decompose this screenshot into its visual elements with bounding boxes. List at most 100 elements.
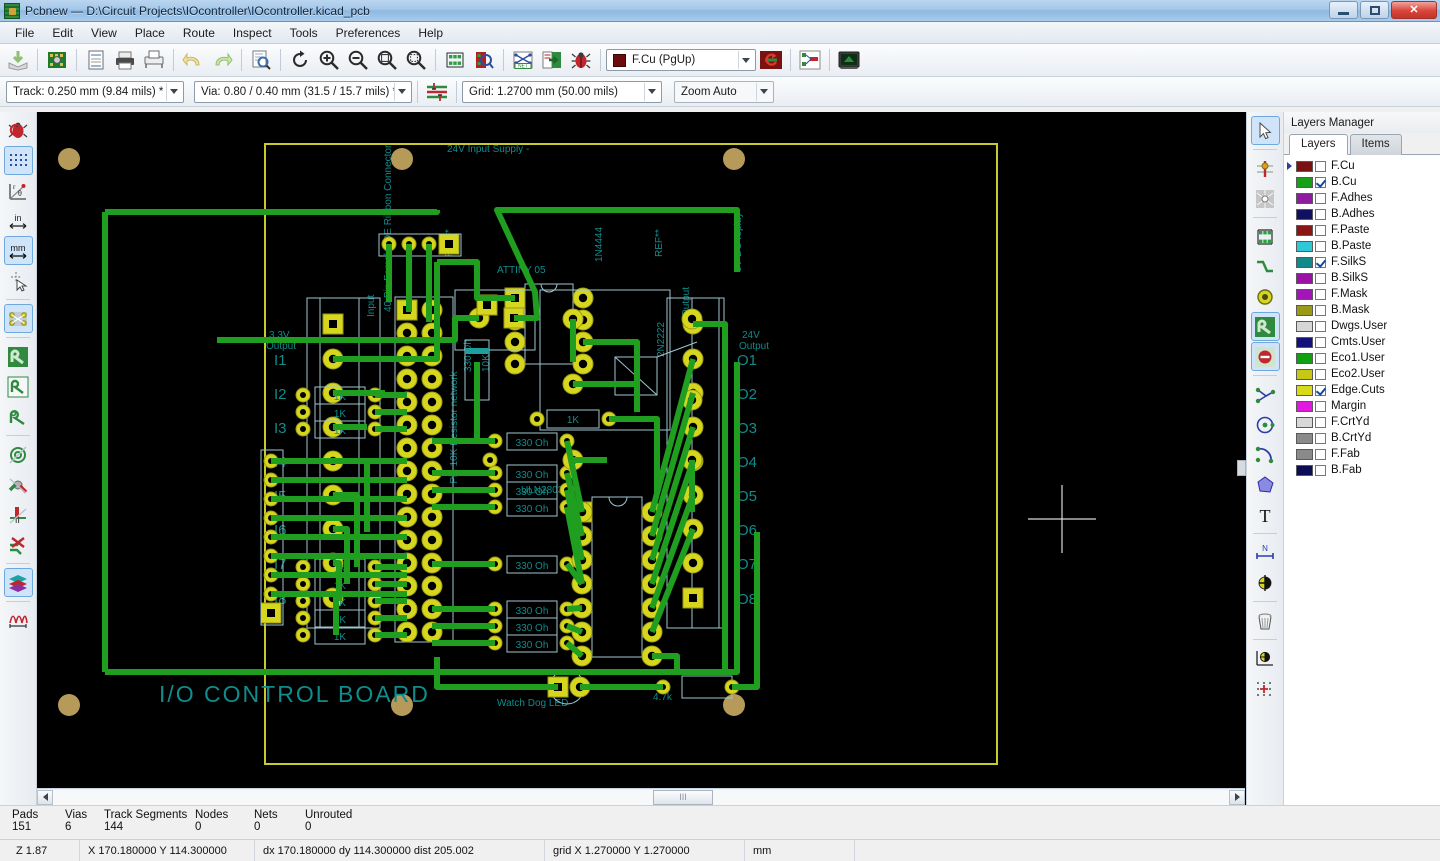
highlight-net-tool-icon[interactable] <box>1251 154 1280 183</box>
layer-visibility-check[interactable] <box>1315 432 1326 444</box>
footprint-text-sketch-icon[interactable] <box>4 500 33 529</box>
layer-select-combo[interactable]: F.Cu (PgUp) <box>606 49 756 71</box>
layer-visibility-check[interactable] <box>1315 224 1326 236</box>
via-size-combo[interactable]: Via: 0.80 / 0.40 mm (31.5 / 15.7 mils) * <box>194 80 412 103</box>
layer-visibility-check[interactable] <box>1315 240 1326 252</box>
layer-color-swatch[interactable] <box>1296 368 1313 380</box>
zoom-area-icon[interactable] <box>402 46 430 74</box>
layer-visibility-check[interactable] <box>1315 400 1326 412</box>
layer-row-f-paste[interactable]: F.Paste <box>1284 222 1440 238</box>
track-fill-icon[interactable] <box>4 342 33 371</box>
layer-color-swatch[interactable] <box>1296 400 1313 412</box>
chevron-down-icon[interactable] <box>738 51 753 69</box>
pcb-canvas[interactable]: 3.3V Output 24V Output 24V Input Supply … <box>37 112 1246 805</box>
draw-arc-icon[interactable] <box>1251 440 1280 469</box>
hscroll-track[interactable]: III <box>53 789 1229 805</box>
layer-row-b-mask[interactable]: B.Mask <box>1284 302 1440 318</box>
layers-manager-icon[interactable] <box>3 568 33 597</box>
menu-tools[interactable]: Tools <box>281 23 327 43</box>
pcb-drawing[interactable]: 3.3V Output 24V Output 24V Input Supply … <box>37 112 1243 788</box>
layer-color-swatch[interactable] <box>1296 208 1313 220</box>
layer-row-edge-cuts[interactable]: Edge.Cuts <box>1284 382 1440 398</box>
footprint-text-hidden-icon[interactable] <box>4 530 33 559</box>
netlist-icon[interactable]: NET <box>509 46 537 74</box>
layer-row-f-crtyd[interactable]: F.CrtYd <box>1284 414 1440 430</box>
via-sketch-icon[interactable] <box>4 402 33 431</box>
scroll-right-icon[interactable] <box>1229 789 1245 805</box>
menu-route[interactable]: Route <box>174 23 224 43</box>
tab-layers[interactable]: Layers <box>1289 134 1348 155</box>
layer-visibility-check[interactable] <box>1315 464 1326 476</box>
menu-preferences[interactable]: Preferences <box>327 23 410 43</box>
layer-visibility-check[interactable] <box>1315 160 1326 172</box>
hscroll-thumb[interactable]: III <box>653 789 713 805</box>
canvas-splitter-handle[interactable] <box>1237 460 1246 476</box>
tab-items[interactable]: Items <box>1349 134 1402 155</box>
footprint-editor-icon[interactable] <box>441 46 469 74</box>
draw-circle-icon[interactable] <box>1251 410 1280 439</box>
layer-row-b-silks[interactable]: B.SilkS <box>1284 270 1440 286</box>
add-footprint-icon[interactable] <box>1251 222 1280 251</box>
layer-color-swatch[interactable] <box>1296 240 1313 252</box>
drc-off-icon[interactable] <box>4 116 33 145</box>
layer-visibility-check[interactable] <box>1315 368 1326 380</box>
zone-outline-icon[interactable] <box>4 440 33 469</box>
layer-visibility-check[interactable] <box>1315 352 1326 364</box>
close-button[interactable]: ✕ <box>1391 1 1437 19</box>
layer-row-b-crtyd[interactable]: B.CrtYd <box>1284 430 1440 446</box>
layer-row-b-adhes[interactable]: B.Adhes <box>1284 206 1440 222</box>
chevron-down-icon[interactable] <box>166 82 181 101</box>
layer-row-b-paste[interactable]: B.Paste <box>1284 238 1440 254</box>
3d-viewer-icon[interactable] <box>835 46 863 74</box>
refresh-icon[interactable] <box>286 46 314 74</box>
route-track-icon[interactable] <box>1251 252 1280 281</box>
layer-color-swatch[interactable] <box>1296 288 1313 300</box>
chevron-down-icon[interactable] <box>644 82 659 101</box>
layer-color-swatch[interactable] <box>1296 352 1313 364</box>
zoom-out-icon[interactable] <box>344 46 372 74</box>
layer-row-b-fab[interactable]: B.Fab <box>1284 462 1440 478</box>
highlight-net-icon[interactable] <box>757 46 785 74</box>
layer-visibility-check[interactable] <box>1315 176 1326 188</box>
layer-visibility-check[interactable] <box>1315 416 1326 428</box>
layer-visibility-check[interactable] <box>1315 448 1326 460</box>
drc-icon[interactable] <box>567 46 595 74</box>
layer-color-swatch[interactable] <box>1296 320 1313 332</box>
add-keepout-zone-icon[interactable] <box>1250 342 1280 371</box>
menu-edit[interactable]: Edit <box>43 23 82 43</box>
layer-color-swatch[interactable] <box>1296 384 1313 396</box>
canvas-hscrollbar[interactable]: III <box>37 788 1245 805</box>
plot-icon[interactable] <box>140 46 168 74</box>
restore-button[interactable] <box>1360 1 1389 19</box>
layer-visibility-check[interactable] <box>1315 288 1326 300</box>
local-ratsnest-tool-icon[interactable] <box>1251 184 1280 213</box>
set-grid-origin-icon[interactable] <box>1251 674 1280 703</box>
print-icon[interactable] <box>111 46 139 74</box>
layer-visibility-check[interactable] <box>1315 208 1326 220</box>
layer-row-f-adhes[interactable]: F.Adhes <box>1284 190 1440 206</box>
draw-polygon-icon[interactable] <box>1251 470 1280 499</box>
layer-color-swatch[interactable] <box>1296 256 1313 268</box>
menu-view[interactable]: View <box>82 23 126 43</box>
layer-visibility-check[interactable] <box>1315 304 1326 316</box>
pcb-canvas-area[interactable]: 3.3V Output 24V Output 24V Input Supply … <box>37 112 1246 805</box>
track-sketch-icon[interactable] <box>4 372 33 401</box>
add-text-icon[interactable]: T <box>1251 500 1280 529</box>
add-polygon-icon[interactable] <box>1251 380 1280 409</box>
layer-color-swatch[interactable] <box>1296 304 1313 316</box>
layer-row-cmts-user[interactable]: Cmts.User <box>1284 334 1440 350</box>
select-tool-icon[interactable] <box>1250 116 1280 145</box>
polar-coords-icon[interactable]: r θ <box>4 176 33 205</box>
open-board-icon[interactable] <box>43 46 71 74</box>
set-origin-icon[interactable] <box>1251 644 1280 673</box>
layer-visibility-check[interactable] <box>1315 384 1326 396</box>
layer-visibility-check[interactable] <box>1315 336 1326 348</box>
layer-visibility-check[interactable] <box>1315 320 1326 332</box>
layer-color-swatch[interactable] <box>1296 336 1313 348</box>
net-class-icon[interactable] <box>423 78 451 106</box>
layer-row-f-fab[interactable]: F.Fab <box>1284 446 1440 462</box>
page-settings-icon[interactable] <box>82 46 110 74</box>
layer-row-b-cu[interactable]: B.Cu <box>1284 174 1440 190</box>
menu-place[interactable]: Place <box>126 23 174 43</box>
add-dimension-icon[interactable]: N <box>1251 538 1280 567</box>
